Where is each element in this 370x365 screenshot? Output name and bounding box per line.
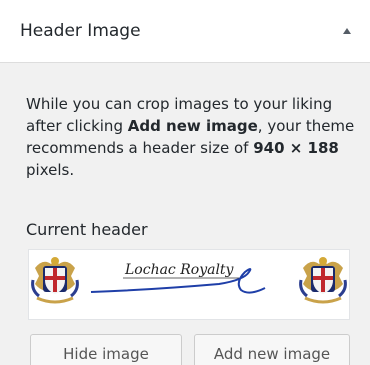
left-coat-of-arms-icon — [31, 257, 79, 304]
section-header[interactable]: Header Image — [0, 0, 370, 63]
right-coat-of-arms-icon — [299, 257, 347, 304]
signature-text: Lochac Royalty — [124, 262, 235, 278]
hide-image-button[interactable]: Hide image — [30, 334, 182, 365]
header-size-description: While you can crop images to your liking… — [26, 93, 356, 181]
header-image: Lochac Royalty — [31, 257, 347, 304]
current-header-label: Current header — [26, 220, 148, 239]
section-title: Header Image — [20, 21, 141, 41]
description-bold-size: 940 × 188 — [253, 139, 339, 157]
customizer-panel: Header Image While you can crop images t… — [0, 0, 370, 365]
add-new-image-button[interactable]: Add new image — [194, 334, 350, 365]
current-header-preview[interactable]: Lochac Royalty — [28, 249, 350, 320]
description-bold-add-new-image: Add new image — [127, 117, 258, 135]
description-text-3: pixels. — [26, 161, 75, 179]
triangle-up-icon[interactable] — [340, 24, 354, 38]
